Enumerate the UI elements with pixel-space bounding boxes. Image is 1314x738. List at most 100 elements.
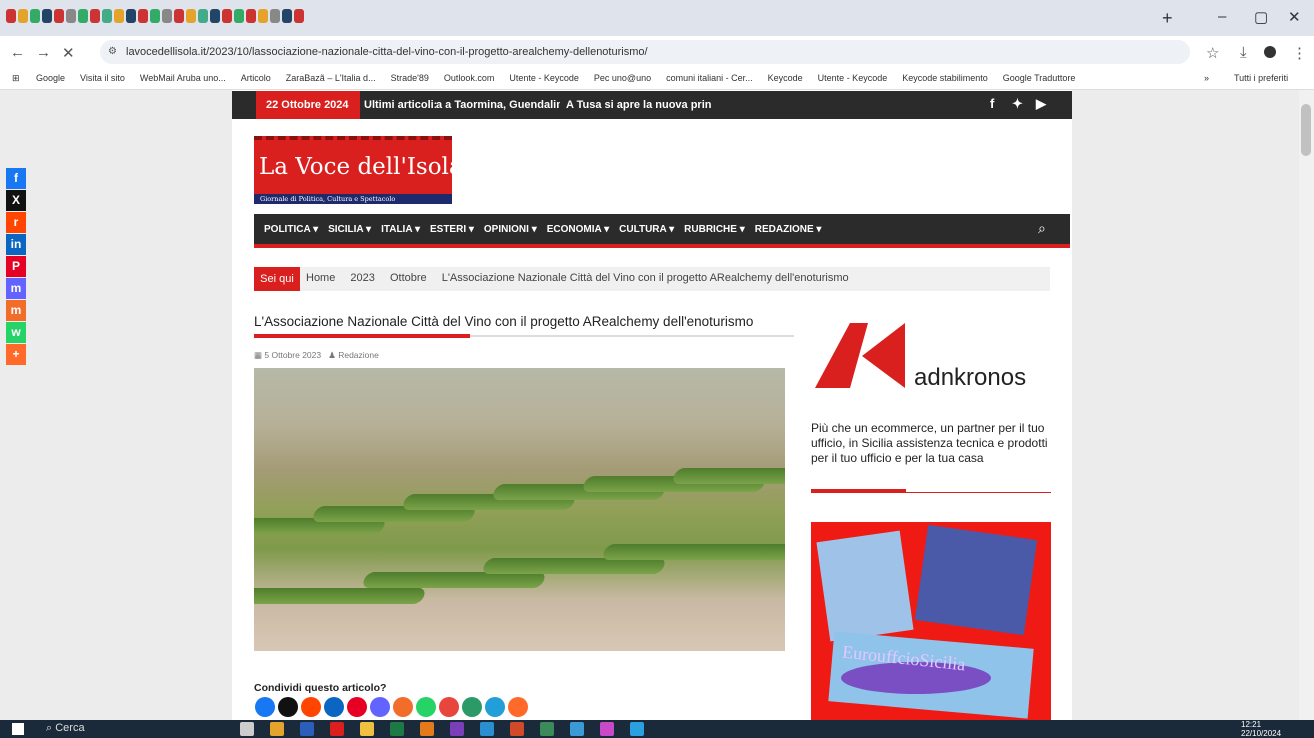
tab-icon[interactable] — [186, 9, 196, 23]
bookmark-item[interactable]: ZaraBazã – L'Italia d... — [286, 73, 376, 83]
tab-icon[interactable] — [102, 9, 112, 23]
more-share-icon[interactable]: + — [6, 344, 26, 365]
search-label[interactable]: Cerca — [55, 722, 84, 734]
mastodon-icon[interactable]: m — [6, 278, 26, 299]
tab-icon[interactable] — [126, 9, 136, 23]
bookmark-item[interactable]: Utente - Keycode — [818, 73, 888, 83]
close-window-icon[interactable]: ✕ — [1288, 8, 1301, 26]
tab-icon[interactable] — [90, 9, 100, 23]
tab-icon[interactable] — [222, 9, 232, 23]
bookmark-item[interactable]: comuni italiani - Cer... — [666, 73, 753, 83]
apps-icon[interactable]: ⊞ — [12, 73, 20, 84]
breadcrumb-year[interactable]: 2023 — [350, 272, 374, 284]
tab-icon[interactable] — [282, 9, 292, 23]
excel-icon[interactable] — [390, 722, 404, 736]
premiere-icon[interactable] — [450, 722, 464, 736]
breadcrumb-month[interactable]: Ottobre — [390, 272, 427, 284]
tab-icon[interactable] — [270, 9, 280, 23]
menu-item-redazione[interactable]: REDAZIONE ▾ — [755, 224, 822, 235]
reddit-icon[interactable]: r — [6, 212, 26, 233]
youtube-icon[interactable]: ▶ — [1036, 96, 1046, 112]
ad-text[interactable]: Più che un ecommerce, un partner per il … — [811, 421, 1055, 466]
download-icon[interactable]: ⤓ — [1240, 44, 1247, 61]
tab-icon[interactable] — [258, 9, 268, 23]
menu-item-italia[interactable]: ITALIA ▾ — [381, 224, 420, 235]
profile-avatar[interactable] — [1264, 46, 1276, 58]
pinterest-share-icon[interactable] — [347, 697, 367, 717]
print-share-icon[interactable] — [439, 697, 459, 717]
bookmark-item[interactable]: Articolo — [241, 73, 271, 83]
bookmark-item[interactable]: Strade'89 — [391, 73, 429, 83]
site-info-icon[interactable]: ⚙ — [108, 46, 117, 57]
tab-icon[interactable] — [54, 9, 64, 23]
email-share-icon[interactable] — [462, 697, 482, 717]
facebook-icon[interactable]: f — [990, 96, 994, 111]
tab-icon[interactable] — [294, 9, 304, 23]
scrollbar[interactable] — [1299, 90, 1314, 720]
whatsapp-icon[interactable]: w — [6, 322, 26, 343]
search-icon[interactable]: ⌕ — [1038, 220, 1046, 237]
tab-icon[interactable] — [6, 9, 16, 23]
tab-icon[interactable] — [18, 9, 28, 23]
more-bookmarks-icon[interactable]: » — [1204, 73, 1209, 83]
linkedin-icon[interactable]: in — [6, 234, 26, 255]
app-icon[interactable] — [510, 722, 524, 736]
menu-item-politica[interactable]: POLITICA ▾ — [264, 224, 318, 235]
bookmark-item[interactable]: Pec uno@uno — [594, 73, 651, 83]
bookmark-item[interactable]: Outlook.com — [444, 73, 495, 83]
tab-icon[interactable] — [42, 9, 52, 23]
tab-icon[interactable] — [198, 9, 208, 23]
adnkronos-brand[interactable]: adnkronos — [914, 364, 1026, 392]
ticker-item[interactable]: a a Taormina, Guendalina — [436, 91, 560, 119]
breadcrumb-home[interactable]: Home — [306, 272, 335, 284]
app-icon[interactable] — [600, 722, 614, 736]
menu-kebab-icon[interactable]: ⋮ — [1292, 44, 1307, 62]
bookmark-item[interactable]: Visita il sito — [80, 73, 125, 83]
facebook-icon[interactable]: f — [6, 168, 26, 189]
bookmark-item[interactable]: Keycode stabilimento — [902, 73, 988, 83]
illustrator-icon[interactable] — [420, 722, 434, 736]
twitter-icon[interactable]: ✦ — [1012, 96, 1023, 112]
x-icon[interactable]: X — [6, 190, 26, 211]
chrome-icon[interactable] — [270, 722, 284, 736]
telegram-share-icon[interactable] — [485, 697, 505, 717]
eurouffcio-ad-banner[interactable] — [811, 522, 1051, 720]
clock-date[interactable]: 22/10/2024 — [1241, 729, 1281, 738]
word-icon[interactable] — [300, 722, 314, 736]
all-bookmarks-folder[interactable]: Tutti i preferiti — [1234, 73, 1288, 83]
whatsapp-share-icon[interactable] — [416, 697, 436, 717]
pinterest-icon[interactable]: P — [6, 256, 26, 277]
back-icon[interactable]: ← — [10, 44, 25, 61]
mix-icon[interactable]: m — [6, 300, 26, 321]
menu-item-rubriche[interactable]: RUBRICHE ▾ — [684, 224, 745, 235]
bookmark-item[interactable]: WebMail Aruba uno... — [140, 73, 226, 83]
tab-icon[interactable] — [174, 9, 184, 23]
tab-icon[interactable] — [30, 9, 40, 23]
calculator-icon[interactable] — [540, 722, 554, 736]
x-share-icon[interactable] — [278, 697, 298, 717]
mastodon-share-icon[interactable] — [370, 697, 390, 717]
bookmark-item[interactable]: Utente - Keycode — [509, 73, 579, 83]
tab-icon[interactable] — [66, 9, 76, 23]
menu-item-economia[interactable]: ECONOMIA ▾ — [547, 224, 609, 235]
task-view-icon[interactable] — [240, 722, 254, 736]
scrollbar-thumb[interactable] — [1301, 104, 1311, 156]
bookmark-item[interactable]: Keycode — [768, 73, 803, 83]
photoshop-icon[interactable] — [480, 722, 494, 736]
minimize-icon[interactable]: – — [1218, 8, 1226, 25]
bookmark-item[interactable]: Google — [36, 73, 65, 83]
tab-icon[interactable] — [138, 9, 148, 23]
ticker-item[interactable]: A Tusa si apre la nuova prin — [566, 91, 726, 119]
tab-icon[interactable] — [78, 9, 88, 23]
app-icon[interactable] — [570, 722, 584, 736]
article-author[interactable]: Redazione — [338, 350, 379, 360]
forward-icon[interactable]: → — [36, 44, 51, 61]
taskbar-search[interactable]: ⌕ Cerca — [46, 722, 85, 735]
windows-start-icon[interactable] — [12, 723, 24, 735]
mix-share-icon[interactable] — [393, 697, 413, 717]
maximize-icon[interactable]: ▢ — [1254, 8, 1268, 26]
bookmark-star-icon[interactable]: ☆ — [1206, 44, 1219, 62]
logo-name[interactable]: La Voce dell'Isola — [259, 154, 463, 180]
reddit-share-icon[interactable] — [301, 697, 321, 717]
facebook-share-icon[interactable] — [255, 697, 275, 717]
